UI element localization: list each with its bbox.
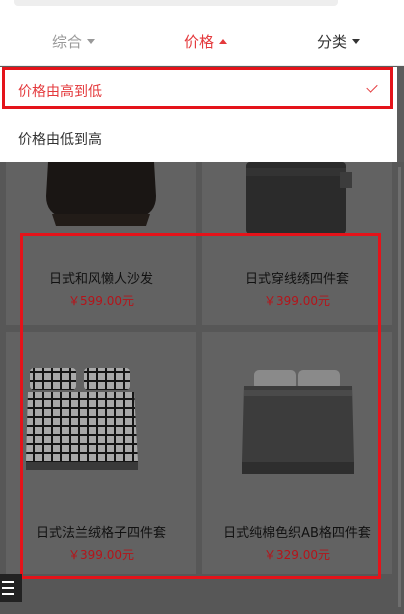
sort-option-label: 价格由高到低 [18,83,102,100]
tab-general[interactable]: 综合 [52,16,96,66]
product-price: ￥329.00元 [264,548,330,562]
sort-option-low-to-high[interactable]: 价格由低到高 [0,115,397,162]
scrollbar[interactable] [398,167,401,607]
product-name: 日式穿线绣四件套 [244,272,349,287]
sofa-image [46,162,156,226]
product-name: 日式和风懒人沙发 [48,272,153,287]
product-price: ￥399.00元 [264,294,330,308]
tab-price[interactable]: 价格 [184,16,228,66]
tab-category-label: 分类 [317,32,348,51]
tab-general-label: 综合 [52,32,83,51]
check-icon [366,81,378,93]
product-price: ￥399.00元 [68,548,134,562]
tab-price-label: 价格 [184,32,215,51]
product-grid: 日式和风懒人沙发 ￥599.00元 日式穿线绣四件套 ￥399.00元 日式法兰… [0,162,404,614]
product-card[interactable]: 日式法兰绒格子四件套 ￥399.00元 [6,332,196,574]
tab-category[interactable]: 分类 [317,16,361,66]
sort-option-label: 价格由低到高 [18,131,102,148]
sort-option-high-to-low[interactable]: 价格由高到低 [0,67,397,114]
caret-down-icon [87,38,96,44]
price-sort-dropdown: 价格由高到低 价格由低到高 [0,67,397,162]
bedding-image [246,162,352,234]
grey-bedding-image [242,370,354,474]
product-price: ￥599.00元 [68,294,134,308]
product-list-page: 综合 价格 分类 价格由高到低 价格由低到高 日式和风懒人沙发 ￥599.00元… [0,0,404,614]
plaid-bedding-image [26,368,138,470]
sort-bar: 综合 价格 分类 [0,16,404,66]
product-card[interactable]: 日式纯棉色织AB格四件套 ￥329.00元 [202,332,392,574]
caret-down-icon [352,38,361,44]
search-bar[interactable] [14,0,338,6]
product-name: 日式纯棉色织AB格四件套 [223,526,371,541]
search-header [0,0,404,16]
product-card[interactable]: 日式和风懒人沙发 ￥599.00元 [6,162,196,325]
hamburger-menu-icon[interactable] [0,574,22,602]
product-card[interactable]: 日式穿线绣四件套 ￥399.00元 [202,162,392,325]
caret-up-icon [219,38,228,44]
product-name: 日式法兰绒格子四件套 [35,526,166,541]
